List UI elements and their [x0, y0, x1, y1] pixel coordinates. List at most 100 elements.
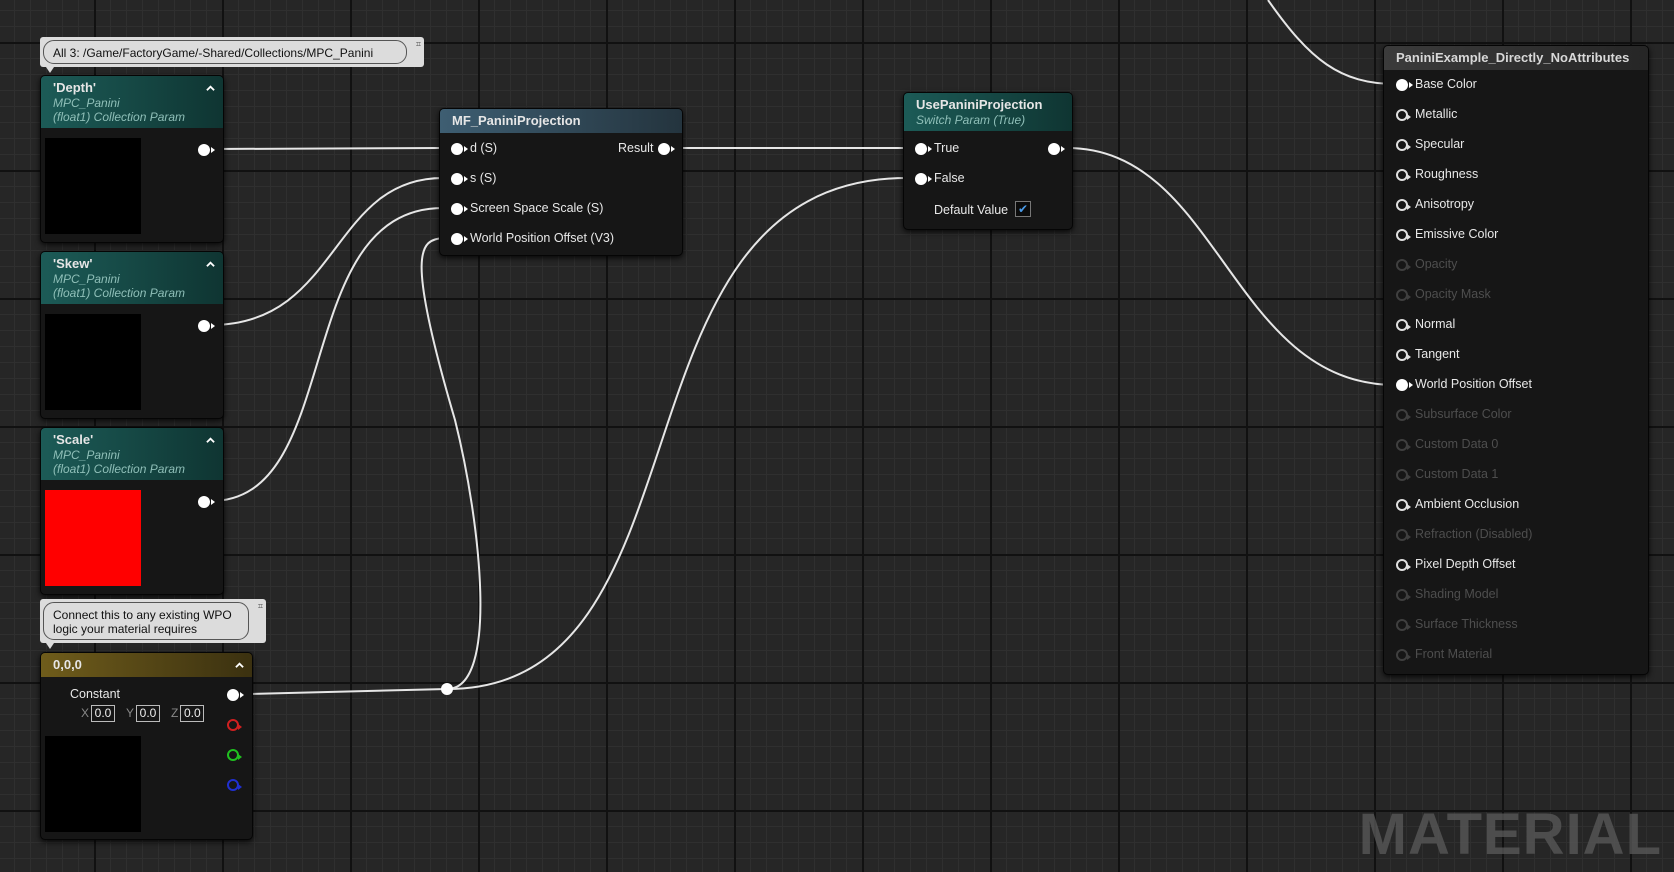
result-input-pin[interactable] [1396, 499, 1411, 511]
result-input-label: Custom Data 1 [1415, 467, 1499, 481]
result-input-pin[interactable] [1396, 229, 1411, 241]
constant-b-pin[interactable] [227, 779, 242, 791]
result-input-label: Specular [1415, 137, 1465, 151]
param-preview [45, 314, 141, 410]
result-input-label: Subsurface Color [1415, 407, 1512, 421]
constant-g-pin[interactable] [227, 749, 242, 761]
material-result-node[interactable]: PaniniExample_Directly_NoAttributes Base… [1383, 45, 1649, 675]
switch-input-false-pin[interactable] [915, 173, 932, 185]
wire-reroute-to-wpo [420, 237, 482, 690]
param-header: 'Scale' MPC_Panini (float1) Collection P… [41, 428, 223, 480]
constant-node[interactable]: 0,0,0 Constant X 0.0 Y 0.0 Z 0.0 [40, 652, 253, 840]
result-input-label: Anisotropy [1415, 197, 1475, 211]
comment-tail [46, 643, 54, 649]
param-output-pin[interactable] [198, 320, 215, 332]
function-node-panini[interactable]: MF_PaniniProjection d (S) s (S) Screen S… [439, 108, 683, 256]
result-input-pin[interactable] [1396, 319, 1411, 331]
chevron-up-icon[interactable] [235, 661, 244, 670]
vector-x-field[interactable]: X 0.0 [81, 705, 116, 722]
param-title: 'Scale' [53, 432, 94, 447]
result-input-label: World Position Offset [1415, 377, 1532, 391]
result-input-pin [1396, 469, 1411, 481]
result-input-label: Tangent [1415, 347, 1460, 361]
result-input-pin[interactable] [1396, 79, 1413, 91]
constant-header: 0,0,0 [41, 653, 252, 677]
result-input-pin [1396, 409, 1411, 421]
result-input-pin[interactable] [1396, 349, 1411, 361]
wire-skew-to-s [210, 177, 444, 326]
param-header: 'Skew' MPC_Panini (float1) Collection Pa… [41, 252, 223, 304]
param-node-scale[interactable]: 'Scale' MPC_Panini (float1) Collection P… [40, 427, 224, 595]
param-type: (float1) Collection Param [53, 110, 186, 124]
param-preview [45, 138, 141, 234]
switch-node[interactable]: UsePaniniProjection Switch Param (True) … [903, 92, 1073, 230]
result-input-pin [1396, 289, 1411, 301]
param-title: 'Skew' [53, 256, 93, 271]
function-title: MF_PaniniProjection [452, 113, 581, 128]
switch-output-pin[interactable] [1048, 143, 1065, 155]
param-type: (float1) Collection Param [53, 286, 186, 300]
switch-input-true-label: True [934, 141, 960, 155]
result-input-pin[interactable] [1396, 379, 1413, 391]
comment-pin-icon[interactable]: ⌗ [416, 39, 421, 50]
input-pin-screen-scale[interactable] [451, 203, 468, 215]
param-output-pin[interactable] [198, 144, 215, 156]
param-node-skew[interactable]: 'Skew' MPC_Panini (float1) Collection Pa… [40, 251, 224, 419]
switch-input-true-pin[interactable] [915, 143, 932, 155]
chevron-up-icon[interactable] [206, 260, 215, 269]
constant-output-label: Constant [70, 687, 121, 701]
result-input-label: Roughness [1415, 167, 1479, 181]
param-collection: MPC_Panini [53, 272, 120, 286]
result-input-label: Opacity [1415, 257, 1458, 271]
default-value-checkbox[interactable]: ✔ [1015, 201, 1031, 217]
chevron-up-icon[interactable] [206, 84, 215, 93]
reroute-node [441, 683, 453, 695]
input-label-screen-scale: Screen Space Scale (S) [470, 201, 604, 215]
vector-y-field[interactable]: Y 0.0 [126, 705, 161, 722]
default-value-label: Default Value [934, 203, 1009, 217]
result-input-pin[interactable] [1396, 139, 1411, 151]
result-input-label: Front Material [1415, 647, 1493, 661]
checkmark-icon: ✔ [1017, 202, 1029, 216]
result-input-pin [1396, 619, 1411, 631]
comment-text: All 3: /Game/FactoryGame/-Shared/Collect… [43, 40, 407, 64]
comment-pin-icon[interactable]: ⌗ [258, 601, 263, 612]
z-value[interactable]: 0.0 [180, 705, 205, 722]
result-input-pin [1396, 439, 1411, 451]
result-input-pin[interactable] [1396, 559, 1411, 571]
result-input-pin[interactable] [1396, 109, 1411, 121]
input-pin-d[interactable] [451, 143, 468, 155]
comment-collection[interactable]: All 3: /Game/FactoryGame/-Shared/Collect… [40, 37, 424, 73]
result-input-pin [1396, 529, 1411, 541]
x-label: X [81, 706, 90, 720]
param-collection: MPC_Panini [53, 448, 120, 462]
result-input-pin [1396, 589, 1411, 601]
input-pin-s[interactable] [451, 173, 468, 185]
wire-offscreen-to-basecolor [1267, 0, 1397, 85]
graph-type-watermark: MATERIAL [1358, 802, 1662, 867]
param-node-depth[interactable]: 'Depth' MPC_Panini (float1) Collection P… [40, 75, 224, 243]
comment-wpo[interactable]: Connect this to any existing WPO logic y… [40, 599, 266, 649]
output-pin-result[interactable] [658, 143, 675, 155]
constant-output-pin[interactable] [227, 689, 244, 701]
input-label-wpo: World Position Offset (V3) [470, 231, 615, 245]
chevron-up-icon[interactable] [206, 436, 215, 445]
result-input-label: Refraction (Disabled) [1415, 527, 1533, 541]
wire-constant-to-reroute [249, 688, 448, 695]
wire-depth-to-d [210, 147, 444, 150]
result-input-pin[interactable] [1396, 169, 1411, 181]
constant-r-pin[interactable] [227, 719, 242, 731]
vector-z-field[interactable]: Z 0.0 [171, 705, 205, 722]
switch-header: UsePaniniProjection Switch Param (True) [904, 93, 1072, 131]
result-input-pin[interactable] [1396, 199, 1411, 211]
result-input-label: Metallic [1415, 107, 1458, 121]
x-value[interactable]: 0.0 [91, 705, 116, 722]
y-value[interactable]: 0.0 [136, 705, 161, 722]
result-input-label: Shading Model [1415, 587, 1499, 601]
result-header: PaniniExample_Directly_NoAttributes [1384, 46, 1648, 70]
input-pin-wpo[interactable] [451, 233, 468, 245]
param-output-pin[interactable] [198, 496, 215, 508]
result-input-label: Emissive Color [1415, 227, 1499, 241]
comment-text: Connect this to any existing WPO logic y… [43, 602, 249, 640]
result-input-label: Pixel Depth Offset [1415, 557, 1516, 571]
